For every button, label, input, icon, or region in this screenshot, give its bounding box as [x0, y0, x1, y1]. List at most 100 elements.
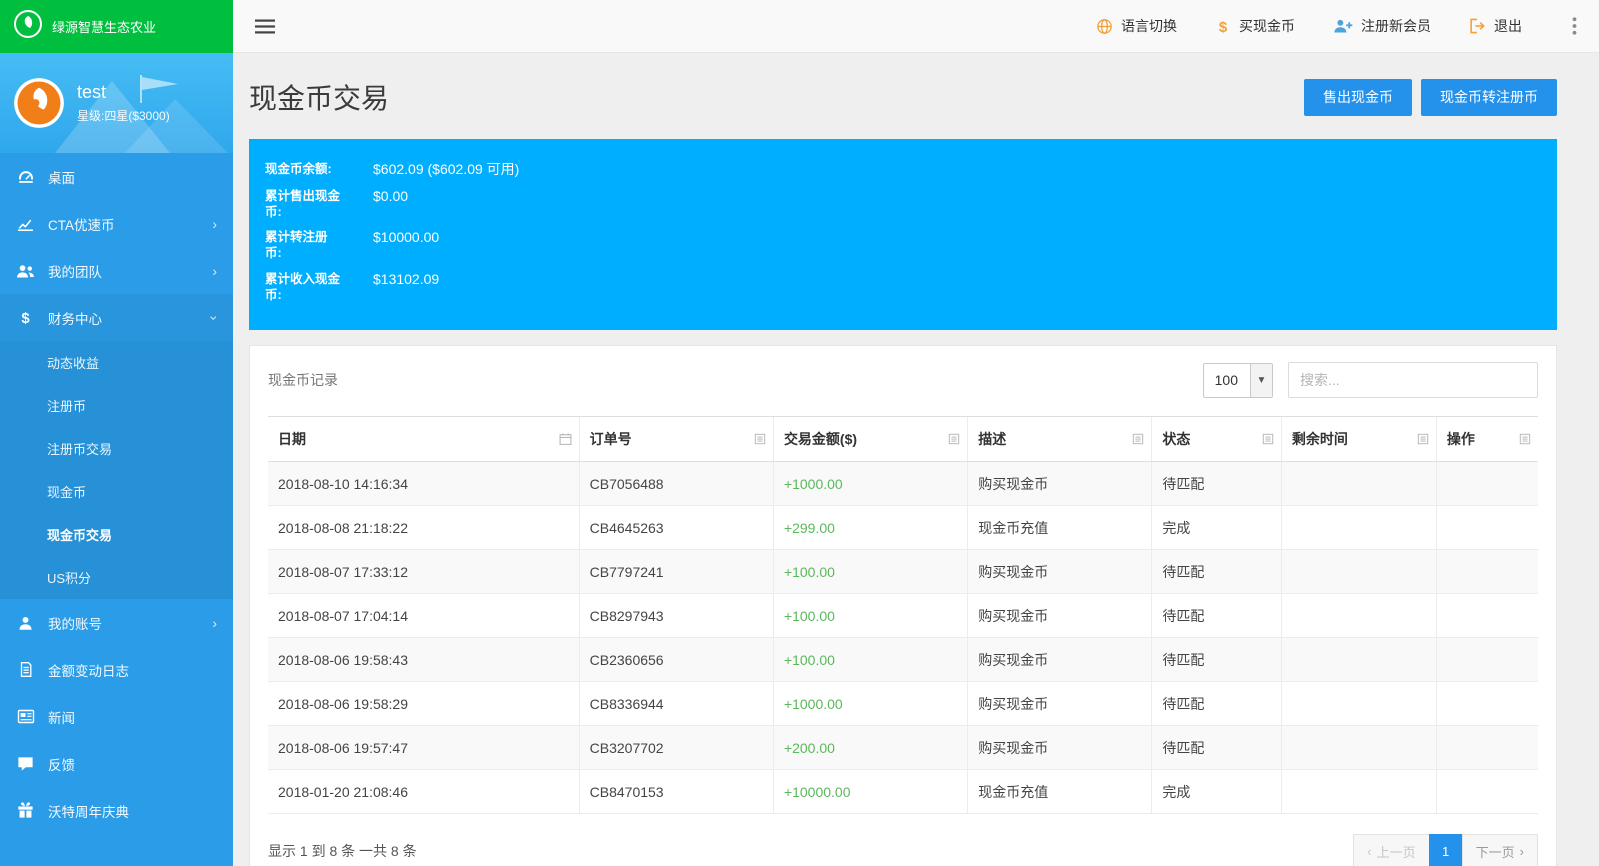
- sidebar-item-6[interactable]: 新闻: [0, 693, 233, 740]
- table-cell: 2018-08-06 19:58:43: [268, 638, 579, 682]
- page-head: 现金币交易 售出现金币现金币转注册币: [249, 77, 1557, 117]
- logout-icon: [1469, 18, 1486, 34]
- table-cell: +100.00: [773, 594, 967, 638]
- topbar: 语言切换 $买现金币 注册新会员 退出: [233, 0, 1599, 53]
- hamburger-menu-icon[interactable]: [249, 13, 281, 40]
- table-cell: 购买现金币: [968, 594, 1152, 638]
- table-cell: 2018-01-20 21:08:46: [268, 770, 579, 814]
- sidebar-subitem-5[interactable]: US积分: [0, 556, 233, 599]
- dashboard-icon: [16, 169, 35, 185]
- sidebar-subitem-1[interactable]: 注册币: [0, 384, 233, 427]
- column-header-4[interactable]: 状态: [1152, 417, 1282, 462]
- topbar-item-3[interactable]: 退出: [1469, 16, 1522, 36]
- sidebar-subitem-2[interactable]: 注册币交易: [0, 427, 233, 470]
- topbar-item-2[interactable]: 注册新会员: [1333, 16, 1431, 36]
- table-cell: 待匹配: [1152, 550, 1282, 594]
- column-header-label: 剩余时间: [1292, 431, 1348, 447]
- log-icon: [16, 661, 35, 678]
- team-icon: [16, 263, 35, 279]
- column-header-0[interactable]: 日期: [268, 417, 579, 462]
- sidebar-item-7[interactable]: 反馈: [0, 740, 233, 787]
- table-row-5: 2018-08-06 19:58:29CB8336944+1000.00购买现金…: [268, 682, 1538, 726]
- sidebar-item-2[interactable]: 我的团队›: [0, 247, 233, 294]
- table-cell: 购买现金币: [968, 462, 1152, 506]
- sidebar-item-1[interactable]: CTA优速币›: [0, 200, 233, 247]
- user-icon: [16, 615, 35, 631]
- table-row-0: 2018-08-10 14:16:34CB7056488+1000.00购买现金…: [268, 462, 1538, 506]
- sidebar-item-8[interactable]: 沃特周年庆典: [0, 787, 233, 834]
- page-action-button-1[interactable]: 现金币转注册币: [1421, 79, 1557, 116]
- table-cell: +299.00: [773, 506, 967, 550]
- svg-text:$: $: [21, 311, 30, 326]
- table-row-6: 2018-08-06 19:57:47CB3207702+200.00购买现金币…: [268, 726, 1538, 770]
- table-cell: CB4645263: [579, 506, 773, 550]
- column-header-3[interactable]: 描述: [968, 417, 1152, 462]
- pagination-current-page[interactable]: 1: [1429, 834, 1463, 866]
- column-header-label: 订单号: [590, 431, 632, 447]
- dollar-icon: $: [1215, 18, 1231, 35]
- avatar[interactable]: [13, 77, 65, 129]
- sidebar-subitem-3[interactable]: 现金币: [0, 470, 233, 513]
- table-cell: [1281, 506, 1436, 550]
- filter-icon: [1132, 433, 1144, 445]
- table-cell: 购买现金币: [968, 682, 1152, 726]
- sidebar-item-0[interactable]: 桌面: [0, 153, 233, 200]
- table-cell: [1436, 462, 1538, 506]
- topbar-item-1[interactable]: $买现金币: [1215, 16, 1295, 36]
- sidebar-subitem-4[interactable]: 现金币交易: [0, 513, 233, 556]
- chevron-down-icon: ›: [208, 315, 222, 320]
- brand[interactable]: 绿源智慧生态农业: [0, 0, 233, 53]
- app-root: 绿源智慧生态农业 test 星级:四星($3000) 桌面CTA优速币›我的团队…: [0, 0, 1599, 866]
- summary-row-2: 累计转注册币:$10000.00: [265, 229, 1541, 262]
- sidebar-item-label: 沃特周年庆典: [48, 801, 129, 821]
- summary-row-0: 现金币余额:$602.09 ($602.09 可用): [265, 161, 1541, 179]
- table-cell: [1281, 638, 1436, 682]
- table-cell: [1436, 594, 1538, 638]
- filter-icon: [1417, 433, 1429, 445]
- table-cell: [1436, 682, 1538, 726]
- chevron-left-icon: ‹: [1367, 845, 1371, 858]
- more-menu-icon[interactable]: [1566, 13, 1583, 39]
- table-cell: [1436, 770, 1538, 814]
- sidebar-subitem-0[interactable]: 动态收益: [0, 341, 233, 384]
- sidebar-submenu: 动态收益注册币注册币交易现金币现金币交易US积分: [0, 341, 233, 599]
- column-header-2[interactable]: 交易金额($): [773, 417, 967, 462]
- table-cell: +100.00: [773, 638, 967, 682]
- gift-icon: [16, 802, 35, 819]
- table-cell: CB8297943: [579, 594, 773, 638]
- column-header-label: 日期: [278, 431, 306, 447]
- pagination-prev-button[interactable]: ‹ 上一页: [1353, 834, 1429, 866]
- summary-row-3: 累计收入现金币:$13102.09: [265, 271, 1541, 304]
- summary-label: 累计收入现金币:: [265, 271, 373, 304]
- table-cell: CB8470153: [579, 770, 773, 814]
- table-cell: +1000.00: [773, 462, 967, 506]
- table-cell: 待匹配: [1152, 594, 1282, 638]
- table-cell: 购买现金币: [968, 550, 1152, 594]
- search-input[interactable]: [1288, 362, 1538, 398]
- table-cell: 2018-08-10 14:16:34: [268, 462, 579, 506]
- topbar-item-0[interactable]: 语言切换: [1096, 16, 1177, 36]
- records-card: 现金币记录 100 ▼ 日期订单号交易金额($)描述状态剩余时间操作 2018-…: [249, 345, 1557, 866]
- page-action-button-0[interactable]: 售出现金币: [1304, 79, 1412, 116]
- column-header-5[interactable]: 剩余时间: [1281, 417, 1436, 462]
- sidebar-item-label: 财务中心: [48, 308, 102, 328]
- table-cell: 2018-08-06 19:57:47: [268, 726, 579, 770]
- sidebar-item-5[interactable]: 金额变动日志: [0, 646, 233, 693]
- table-cell: [1436, 550, 1538, 594]
- sidebar-item-3[interactable]: $ 财务中心 ›: [0, 294, 233, 341]
- column-header-6[interactable]: 操作: [1436, 417, 1538, 462]
- table-cell: 待匹配: [1152, 682, 1282, 726]
- table-cell: CB8336944: [579, 682, 773, 726]
- user-plus-icon: [1333, 18, 1353, 34]
- sidebar-item-4[interactable]: 我的账号›: [0, 599, 233, 646]
- sidebar-item-label: 反馈: [48, 754, 75, 774]
- table-cell: 待匹配: [1152, 726, 1282, 770]
- sidebar-item-label: 桌面: [48, 167, 75, 187]
- table-cell: +100.00: [773, 550, 967, 594]
- pagination-next-button[interactable]: 下一页 ›: [1462, 834, 1538, 866]
- table-row-2: 2018-08-07 17:33:12CB7797241+100.00购买现金币…: [268, 550, 1538, 594]
- table-cell: [1436, 726, 1538, 770]
- table-row-3: 2018-08-07 17:04:14CB8297943+100.00购买现金币…: [268, 594, 1538, 638]
- page-size-select[interactable]: 100 ▼: [1203, 363, 1273, 398]
- column-header-1[interactable]: 订单号: [579, 417, 773, 462]
